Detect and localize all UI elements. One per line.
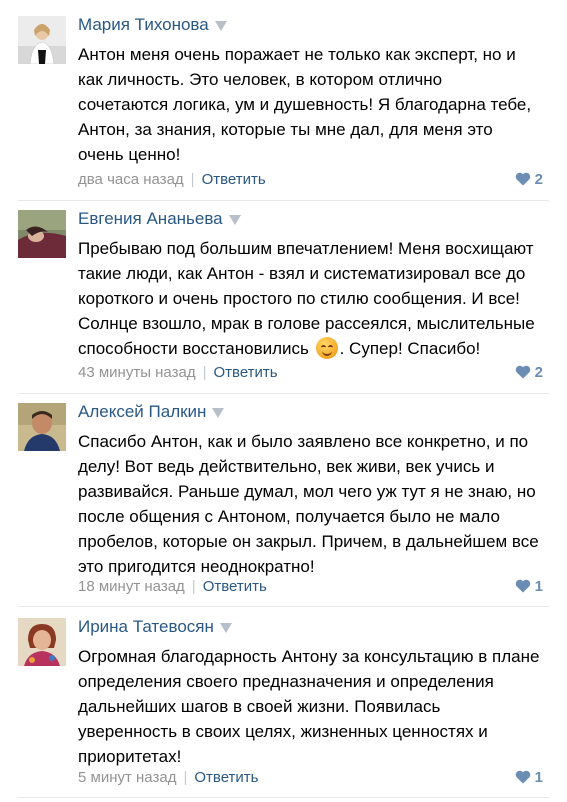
reply-link[interactable]: Ответить [203,578,267,595]
like-count: 2 [534,170,543,188]
comment-item: Алексей Палкин Спасибо Антон, как и было… [0,401,567,606]
avatar[interactable] [18,16,66,64]
author-name[interactable]: Ирина Татевосян [78,616,232,638]
like-button[interactable]: 2 [515,169,543,189]
like-button[interactable]: 2 [515,362,543,382]
separator: | [202,363,207,381]
divider [18,200,549,201]
comment-text: Огромная благодарность Антону за консуль… [78,647,540,766]
comment-text: Антон меня очень поражает не только как … [78,45,532,164]
reply-link[interactable]: Ответить [213,364,277,381]
divider [18,606,549,607]
heart-icon [515,172,530,186]
like-button[interactable]: 1 [515,576,543,596]
comment-item: Ирина Татевосян Огромная благодарность А… [0,616,567,796]
reply-link[interactable]: Ответить [202,171,266,188]
comment-meta: два часа назад | Ответить [78,169,266,189]
divider [18,393,549,394]
heart-icon [515,365,530,379]
avatar[interactable] [18,618,66,666]
author-name[interactable]: Алексей Палкин [78,401,225,423]
like-count: 1 [534,768,543,786]
comment-meta: 18 минут назад | Ответить [78,576,267,596]
divider [18,797,549,798]
smile-emoji [315,337,338,359]
comment-meta: 5 минут назад | Ответить [78,767,258,787]
reply-link[interactable]: Ответить [194,769,258,786]
separator: | [191,577,196,595]
timestamp[interactable]: 43 минуты назад [78,364,196,381]
comment-item: Мария Тихонова Антон меня очень поражает… [0,14,567,204]
like-count: 2 [534,363,543,381]
comment-meta: 43 минуты назад | Ответить [78,362,278,382]
avatar[interactable] [18,403,66,451]
author-name[interactable]: Мария Тихонова [78,14,227,36]
chevron-down-icon[interactable] [214,21,227,31]
chevron-down-icon[interactable] [228,215,241,225]
timestamp[interactable]: 5 минут назад [78,769,176,786]
separator: | [190,170,195,188]
author-name[interactable]: Евгения Ананьева [78,208,241,230]
timestamp[interactable]: 18 минут назад [78,578,185,595]
heart-icon [515,579,530,593]
like-count: 1 [534,577,543,595]
chevron-down-icon[interactable] [219,623,232,633]
separator: | [183,768,188,786]
like-button[interactable]: 1 [515,767,543,787]
heart-icon [515,770,530,784]
comment-text: Пребываю под большим впечатлением! Меня … [78,239,535,359]
comment-text: Спасибо Антон, как и было заявлено все к… [78,432,539,576]
avatar[interactable] [18,210,66,258]
comment-item: Евгения Ананьева Пребываю под большим вп… [0,208,567,398]
comments-feed: Мария Тихонова Антон меня очень поражает… [0,0,567,802]
chevron-down-icon[interactable] [212,408,225,418]
timestamp[interactable]: два часа назад [78,171,184,188]
